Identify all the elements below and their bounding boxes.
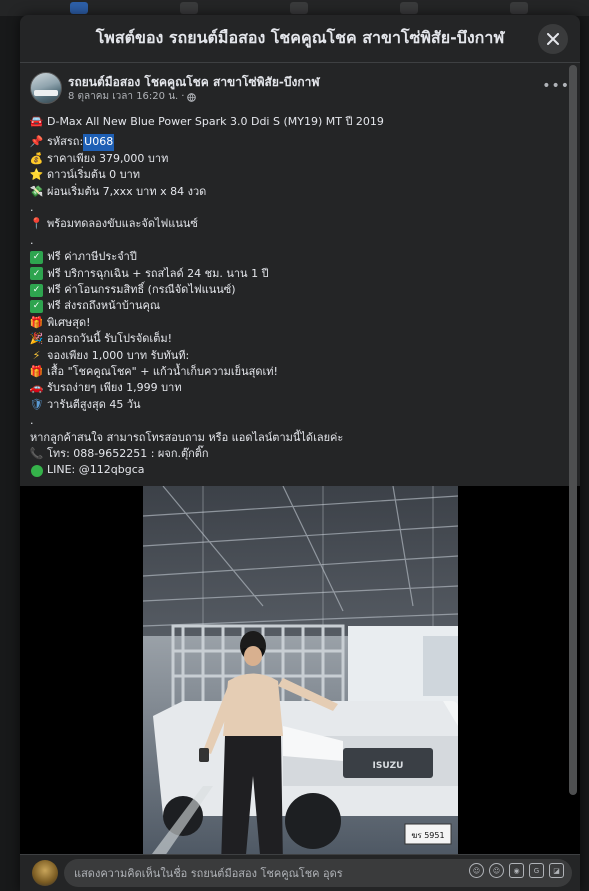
- post-line-booking: ⚡ จองเพียง 1,000 บาท รับทันที:: [30, 348, 570, 364]
- check-mark-icon: ✓: [30, 250, 43, 264]
- post-line-phone: 📞 โทร: 088-9652251 : ผจก.ตุ๊กติ๊ก: [30, 446, 570, 462]
- plate-text: ฆร 5951: [411, 831, 444, 840]
- shield-icon: 🛡: [29, 397, 44, 411]
- post-line-warranty: 🛡 วารันตีสูงสุด 45 วัน: [30, 397, 570, 413]
- post-line-line: LINE: @112qbgca: [30, 462, 570, 478]
- free1-text: ฟรี ค่าภาษีประจำปี: [47, 250, 137, 264]
- modal-scrollbar[interactable]: [569, 65, 577, 795]
- close-button[interactable]: [538, 24, 568, 54]
- post-line-free4: ✓ ฟรี ส่งรถถึงหน้าบ้านคุณ: [30, 298, 570, 314]
- testdrive-text: พร้อมทดลองขับและจัดไฟแนนซ์: [47, 217, 198, 231]
- close-icon: [547, 33, 559, 45]
- post-modal: โพสต์ของ รถยนต์มือสอง โชคคูณโชค สาขาโซ่พ…: [20, 15, 580, 891]
- post-header: รถยนต์มือสอง โชคคูณโชค สาขาโซ่พิสัย-บึงก…: [20, 64, 580, 110]
- gaming-icon[interactable]: [510, 2, 528, 14]
- page-avatar[interactable]: [30, 72, 62, 104]
- installment-text: ผ่อนเริ่มต้น 7,xxx บาท x 84 งวด: [47, 184, 207, 198]
- modal-title: โพสต์ของ รถยนต์มือสอง โชคคูณโชค สาขาโซ่พ…: [95, 28, 505, 47]
- comment-bar: แสดงความคิดเห็นในชื่อ รถยนต์มือสอง โชคคู…: [20, 854, 580, 891]
- gif-icon[interactable]: G: [529, 863, 544, 878]
- comment-tools: ☺ ☺ ◉ G ◪: [469, 863, 564, 878]
- location-pin-icon: 📍: [29, 217, 44, 231]
- car-icon: 🚗: [29, 381, 44, 395]
- page-name-link[interactable]: รถยนต์มือสอง โชคคูณโชค สาขาโซ่พิสัย-บึงก…: [68, 74, 320, 90]
- comment-placeholder: แสดงความคิดเห็นในชื่อ รถยนต์มือสอง โชคคู…: [74, 867, 343, 880]
- modal-header: โพสต์ของ รถยนต์มือสอง โชคคูณโชค สาขาโซ่พ…: [20, 15, 580, 63]
- marketplace-icon[interactable]: [290, 2, 308, 14]
- car-photo[interactable]: ISUZU ฆร 5951: [143, 486, 458, 854]
- down-text: ดาวน์เริ่มต้น 0 บาท: [47, 168, 141, 182]
- free2-text: ฟรี บริการฉุกเฉิน + รถสไลด์ 24 ชม. นาน 1…: [47, 266, 269, 280]
- post-media: ISUZU ฆร 5951: [20, 486, 580, 854]
- green-circle-icon: [30, 464, 43, 477]
- post-timestamp: 8 ตุลาคม เวลา 16:20 น. ·: [68, 90, 320, 104]
- groups-icon[interactable]: [400, 2, 418, 14]
- post-line-pickup: 🚗 รับรถง่ายๆ เพียง 1,999 บาท: [30, 380, 570, 396]
- warranty-text: วารันตีสูงสุด 45 วัน: [47, 397, 141, 411]
- gift-icon: 🎁: [29, 315, 44, 329]
- phone-text: โทร: 088-9652251 : ผจก.ตุ๊กติ๊ก: [47, 447, 209, 461]
- post-meta: รถยนต์มือสอง โชคคูณโชค สาขาโซ่พิสัย-บึงก…: [68, 72, 320, 110]
- special-text: พิเศษสุด!: [47, 315, 91, 329]
- lightning-icon: ⚡: [32, 348, 41, 362]
- post-line-installment: 💸 ผ่อนเริ่มต้น 7,xxx บาท x 84 งวด: [30, 184, 570, 200]
- time-separator: ·: [181, 91, 185, 102]
- post-line-free1: ✓ ฟรี ค่าภาษีประจำปี: [30, 249, 570, 265]
- video-icon[interactable]: [180, 2, 198, 14]
- post-line-down: ⭐ ดาวน์เริ่มต้น 0 บาท: [30, 167, 570, 183]
- car-badge-text: ISUZU: [373, 761, 404, 771]
- booking-text: จองเพียง 1,000 บาท รับทันที:: [47, 348, 190, 362]
- commenter-avatar[interactable]: [32, 860, 58, 886]
- car-icon: 🚘: [29, 115, 44, 128]
- free3-text: ฟรี ค่าโอนกรรมสิทธิ์ (กรณีจัดไฟแนนซ์): [47, 283, 236, 297]
- post-line-code: 📌 รหัสรถ: U068: [29, 134, 570, 151]
- post-line-today: 🎉 ออกรถวันนี้ รับโปรจัดเต็ม!: [30, 331, 570, 347]
- free4-text: ฟรี ส่งรถถึงหน้าบ้านคุณ: [47, 299, 161, 313]
- post-line-free3: ✓ ฟรี ค่าโอนกรรมสิทธิ์ (กรณีจัดไฟแนนซ์): [30, 282, 570, 298]
- post-line-dot: .: [30, 414, 34, 428]
- price-text: ราคาเพียง 379,000 บาท: [47, 151, 169, 165]
- contact-text: หากลูกค้าสนใจ สามารถโทรสอบถาม หรือ แอดไล…: [30, 430, 344, 444]
- post-line-testdrive: 📍 พร้อมทดลองขับและจัดไฟแนนซ์: [30, 216, 570, 232]
- home-icon[interactable]: [70, 2, 88, 14]
- background-topbar: [0, 0, 589, 16]
- pickup-text: รับรถง่ายๆ เพียง 1,999 บาท: [47, 381, 182, 395]
- money-bag-icon: 💰: [29, 151, 44, 165]
- comment-input[interactable]: แสดงความคิดเห็นในชื่อ รถยนต์มือสอง โชคคู…: [64, 859, 572, 887]
- check-mark-icon: ✓: [30, 300, 43, 314]
- line-id-text: LINE: @112qbgca: [47, 463, 145, 477]
- gift-icon: 🎁: [29, 365, 44, 379]
- code-value: U068: [83, 134, 115, 151]
- check-mark-icon: ✓: [30, 267, 43, 281]
- post-scroll-area[interactable]: รถยนต์มือสอง โชคคูณโชค สาขาโซ่พิสัย-บึงก…: [20, 64, 580, 854]
- check-mark-icon: ✓: [30, 283, 43, 297]
- phone-icon: 📞: [29, 447, 44, 461]
- post-text: 🚘 D-Max All New Blue Power Spark 3.0 Ddi…: [20, 110, 580, 479]
- smile-icon[interactable]: ☺: [489, 863, 504, 878]
- post-line-price: 💰 ราคาเพียง 379,000 บาท: [30, 151, 570, 167]
- sticker-icon[interactable]: ◪: [549, 863, 564, 878]
- post-line-free2: ✓ ฟรี บริการฉุกเฉิน + รถสไลด์ 24 ชม. นาน…: [30, 266, 570, 282]
- today-text: ออกรถวันนี้ รับโปรจัดเต็ม!: [47, 332, 172, 346]
- post-line-special: 🎁 พิเศษสุด!: [30, 315, 570, 331]
- star-icon: ⭐: [29, 168, 44, 182]
- party-popper-icon: 🎉: [29, 332, 44, 346]
- post-line-dot: .: [30, 201, 34, 215]
- avatar-icon[interactable]: ☺: [469, 863, 484, 878]
- post-line-shirt: 🎁 เสื้อ "โชคคูณโชค" + แก้วน้ำเก็บความเย็…: [30, 364, 570, 380]
- post-line-dot: .: [30, 234, 34, 248]
- camera-icon[interactable]: ◉: [509, 863, 524, 878]
- car-photo-drawing: ISUZU ฆร 5951: [143, 486, 458, 854]
- post-line-contact: หากลูกค้าสนใจ สามารถโทรสอบถาม หรือ แอดไล…: [30, 430, 570, 446]
- post-headline: D-Max All New Blue Power Spark 3.0 Ddi S…: [47, 115, 384, 128]
- more-options-button[interactable]: •••: [542, 78, 570, 94]
- post-line-headline: 🚘 D-Max All New Blue Power Spark 3.0 Ddi…: [30, 114, 570, 130]
- code-label: รหัสรถ:: [47, 135, 84, 149]
- shirt-text: เสื้อ "โชคคูณโชค" + แก้วน้ำเก็บความเย็นส…: [47, 365, 278, 379]
- globe-icon: [187, 92, 197, 102]
- post-time-link[interactable]: 8 ตุลาคม เวลา 16:20 น.: [68, 90, 178, 104]
- money-wings-icon: 💸: [29, 184, 44, 198]
- pushpin-icon: 📌: [29, 135, 44, 149]
